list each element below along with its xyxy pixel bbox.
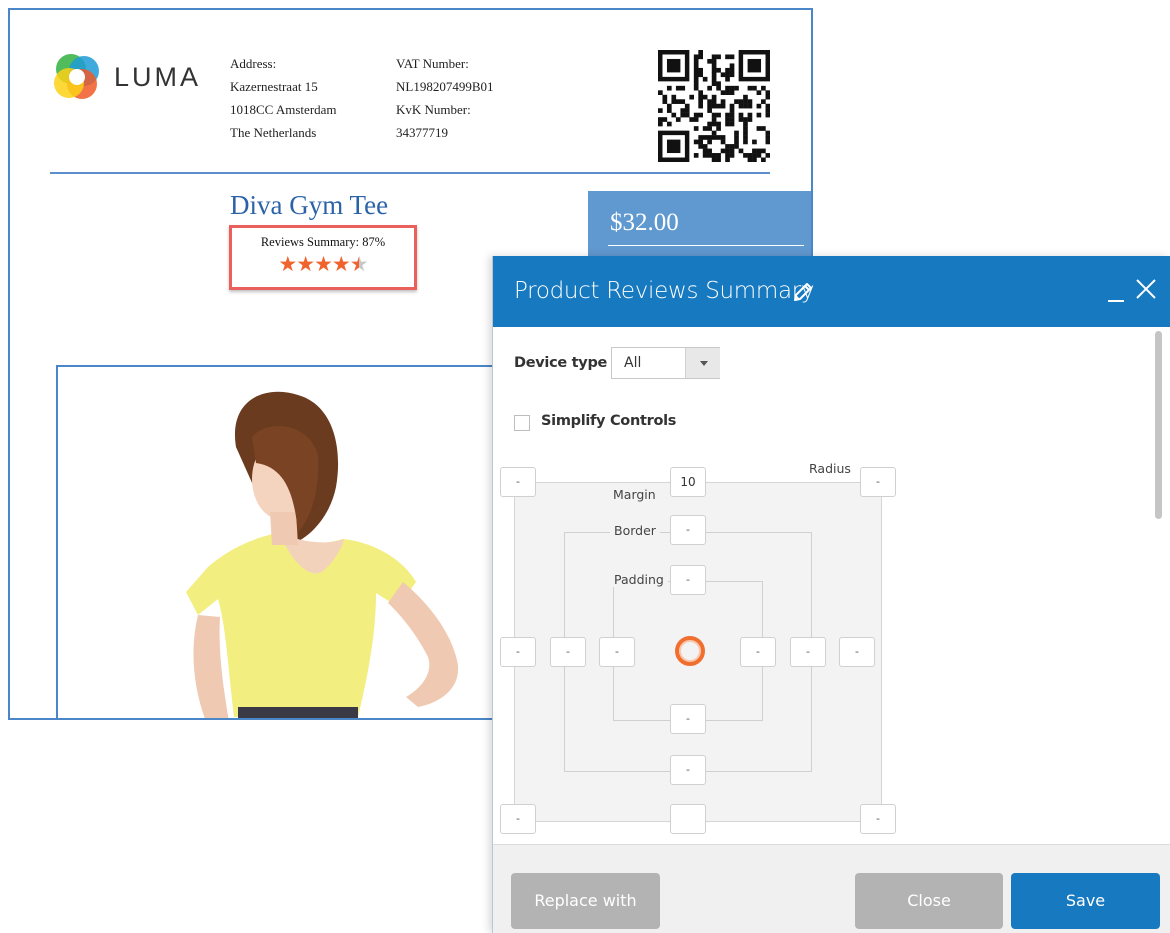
padding-top-input[interactable]: - bbox=[670, 565, 706, 595]
qr-code-icon bbox=[658, 50, 770, 162]
product-price: $32.00 bbox=[610, 209, 679, 236]
border-top-input[interactable]: - bbox=[670, 515, 706, 545]
luma-logo-icon bbox=[54, 54, 99, 99]
simplify-controls-checkbox[interactable] bbox=[514, 415, 530, 431]
margin-right-input[interactable]: - bbox=[839, 637, 875, 667]
reviews-summary-label: Reviews Summary: 87% bbox=[260, 235, 386, 249]
address-line: Kazernestraat 15 bbox=[230, 79, 318, 94]
address-line: The Netherlands bbox=[230, 125, 317, 140]
margin-left-input[interactable]: - bbox=[500, 637, 536, 667]
vat-line: VAT Number: bbox=[396, 56, 469, 71]
header-divider bbox=[50, 172, 770, 174]
vat-line: 34377719 bbox=[396, 125, 448, 140]
address-line: 1018CC Amsterdam bbox=[230, 102, 337, 117]
brand-name: LUMA bbox=[114, 62, 202, 92]
star-icon: ★ bbox=[296, 252, 315, 276]
padding-left-input[interactable]: - bbox=[599, 637, 635, 667]
border-right-input[interactable]: - bbox=[790, 637, 826, 667]
padding-right-input[interactable]: - bbox=[740, 637, 776, 667]
star-icon: ★ bbox=[314, 252, 333, 276]
scrollbar[interactable] bbox=[1154, 327, 1164, 844]
rating-stars: ★★★★★ bbox=[232, 253, 414, 275]
border-bottom-input[interactable]: - bbox=[670, 755, 706, 785]
modal-title: Product Reviews Summary bbox=[514, 278, 815, 304]
device-type-label: Device type bbox=[514, 355, 608, 371]
simplify-controls-label: Simplify Controls bbox=[541, 413, 677, 429]
product-title: Diva Gym Tee bbox=[230, 190, 389, 220]
margin-top-input[interactable]: 10 bbox=[670, 467, 706, 497]
address-block: Address: Kazernestraat 15 1018CC Amsterd… bbox=[230, 52, 337, 144]
radius-top-right-input[interactable]: - bbox=[860, 467, 896, 497]
address-line: Address: bbox=[230, 56, 277, 71]
radius-label: Radius bbox=[805, 461, 855, 476]
modal-body: Device type All Simplify Controls Radius… bbox=[493, 327, 1170, 844]
close-button[interactable]: Close bbox=[855, 873, 1003, 929]
margin-label: Margin bbox=[609, 487, 660, 502]
vat-line: NL198207499B01 bbox=[396, 79, 494, 94]
vat-block: VAT Number: NL198207499B01 KvK Number: 3… bbox=[396, 52, 494, 144]
chevron-down-icon bbox=[685, 348, 720, 378]
content-center-ring-icon bbox=[675, 636, 705, 666]
padding-bottom-input[interactable]: - bbox=[670, 704, 706, 734]
margin-bottom-input[interactable] bbox=[670, 804, 706, 834]
modal-header: Product Reviews Summary bbox=[493, 256, 1170, 327]
price-divider bbox=[608, 245, 804, 246]
modal-footer: Replace with Close Save bbox=[493, 844, 1170, 933]
radius-bottom-left-input[interactable]: - bbox=[500, 804, 536, 834]
star-icon: ★ bbox=[331, 252, 351, 276]
model-photo bbox=[186, 391, 459, 718]
star-icon: ★ bbox=[349, 252, 369, 276]
device-type-select[interactable]: All bbox=[611, 347, 720, 379]
radius-top-left-input[interactable]: - bbox=[500, 467, 536, 497]
scrollbar-thumb[interactable] bbox=[1155, 331, 1162, 519]
vat-line: KvK Number: bbox=[396, 102, 471, 117]
replace-with-button[interactable]: Replace with bbox=[511, 873, 660, 929]
product-reviews-summary-modal: Product Reviews Summary Device type All … bbox=[492, 256, 1170, 933]
star-icon: ★ bbox=[278, 252, 297, 276]
border-label: Border bbox=[610, 523, 660, 538]
close-icon[interactable] bbox=[1133, 276, 1159, 302]
product-reviews-summary-widget[interactable]: Reviews Summary: 87% ★★★★★ bbox=[229, 225, 417, 290]
border-left-input[interactable]: - bbox=[550, 637, 586, 667]
device-type-value: All bbox=[624, 355, 642, 371]
padding-label: Padding bbox=[610, 572, 668, 587]
pencil-icon[interactable] bbox=[791, 280, 815, 304]
minimize-button[interactable] bbox=[1105, 274, 1127, 304]
save-button[interactable]: Save bbox=[1011, 873, 1160, 929]
product-image bbox=[56, 365, 516, 718]
radius-bottom-right-input[interactable]: - bbox=[860, 804, 896, 834]
